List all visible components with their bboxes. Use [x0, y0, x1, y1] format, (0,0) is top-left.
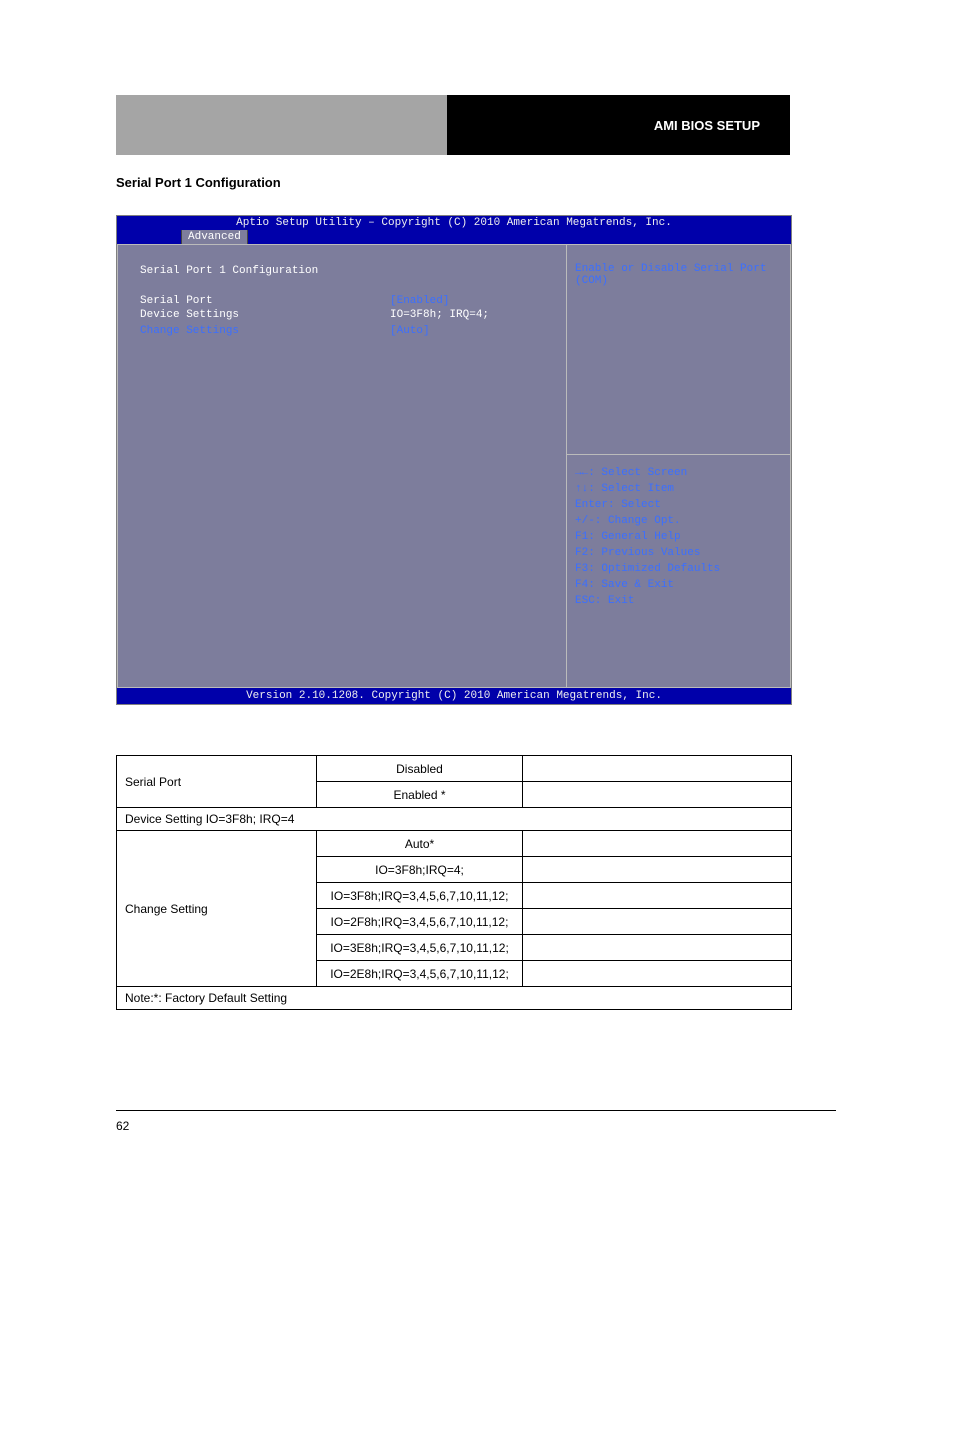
cell-option: IO=2E8h;IRQ=3,4,5,6,7,10,11,12; — [317, 961, 523, 987]
cell-desc — [523, 883, 792, 909]
bios-label: Serial Port — [140, 295, 390, 307]
header-right: AMI BIOS SETUP — [448, 95, 790, 155]
bios-help: Enable or Disable Serial Port (COM) — [567, 245, 790, 455]
bios-footer: Version 2.10.1208. Copyright (C) 2010 Am… — [117, 688, 791, 704]
bios-nav-item: ↑↓: Select Item — [575, 481, 790, 497]
tab-advanced[interactable]: Advanced — [181, 230, 248, 244]
bios-nav-item: ESC: Exit — [575, 593, 790, 609]
cell-label: Change Setting — [117, 831, 317, 987]
bios-heading: Serial Port 1 Configuration — [140, 265, 548, 277]
bios-main-panel: Serial Port 1 Configuration Serial Port … — [117, 244, 566, 688]
table-row: Serial Port Disabled — [117, 756, 792, 782]
bios-nav-item: F4: Save & Exit — [575, 577, 790, 593]
page-number: 62 — [116, 1119, 954, 1133]
cell-option: Enabled * — [317, 782, 523, 808]
bios-nav-item: Enter: Select — [575, 497, 790, 513]
cell-desc — [523, 935, 792, 961]
bios-topbar: Aptio Setup Utility – Copyright (C) 2010… — [117, 216, 791, 244]
cell-option: IO=3F8h;IRQ=3,4,5,6,7,10,11,12; — [317, 883, 523, 909]
footer-rule — [116, 1110, 836, 1111]
bios-nav-list: →←: Select Screen ↑↓: Select Item Enter:… — [567, 455, 790, 609]
cell-span: Device Setting IO=3F8h; IRQ=4 — [117, 808, 792, 831]
bios-help-line: Enable or Disable Serial Port — [575, 263, 782, 275]
cell-option: Disabled — [317, 756, 523, 782]
cell-option: IO=3F8h;IRQ=4; — [317, 857, 523, 883]
cell-desc — [523, 961, 792, 987]
bios-row-serial-port[interactable]: Serial Port [Enabled] — [140, 295, 548, 307]
header-left-blank — [116, 95, 448, 155]
bios-value: IO=3F8h; IRQ=4; — [390, 309, 548, 321]
cell-option: IO=2F8h;IRQ=3,4,5,6,7,10,11,12; — [317, 909, 523, 935]
bios-side-panel: Enable or Disable Serial Port (COM) →←: … — [566, 244, 791, 688]
bios-nav-item: F1: General Help — [575, 529, 790, 545]
cell-option: Auto* — [317, 831, 523, 857]
cell-desc — [523, 756, 792, 782]
bios-help-line: (COM) — [575, 275, 782, 287]
bios-screenshot: Aptio Setup Utility – Copyright (C) 2010… — [116, 215, 792, 705]
bios-row-change-settings[interactable]: Change Settings [Auto] — [140, 325, 548, 337]
settings-table: Serial Port Disabled Enabled * Device Se… — [116, 755, 792, 1010]
cell-label: Serial Port — [117, 756, 317, 808]
bios-nav-item: F3: Optimized Defaults — [575, 561, 790, 577]
bios-row-device-settings: Device Settings IO=3F8h; IRQ=4; — [140, 309, 548, 321]
table-row: Device Setting IO=3F8h; IRQ=4 — [117, 808, 792, 831]
header-right-text: AMI BIOS SETUP — [654, 118, 760, 133]
cell-desc — [523, 782, 792, 808]
bios-nav-item: F2: Previous Values — [575, 545, 790, 561]
bios-label: Change Settings — [140, 325, 390, 337]
cell-option: IO=3E8h;IRQ=3,4,5,6,7,10,11,12; — [317, 935, 523, 961]
bios-value: [Enabled] — [390, 295, 548, 307]
cell-caption: Note:*: Factory Default Setting — [117, 987, 792, 1010]
cell-desc — [523, 857, 792, 883]
bios-value: [Auto] — [390, 325, 548, 337]
cell-desc — [523, 909, 792, 935]
bios-nav-item: →←: Select Screen — [575, 465, 790, 481]
table-row: Note:*: Factory Default Setting — [117, 987, 792, 1010]
cell-desc — [523, 831, 792, 857]
bios-body: Serial Port 1 Configuration Serial Port … — [117, 244, 791, 688]
section-title: Serial Port 1 Configuration — [116, 175, 954, 190]
bios-title: Aptio Setup Utility – Copyright (C) 2010… — [117, 216, 791, 230]
bios-label: Device Settings — [140, 309, 390, 321]
table-row: Change Setting Auto* — [117, 831, 792, 857]
bios-nav-item: +/-: Change Opt. — [575, 513, 790, 529]
header-strip: AMI BIOS SETUP — [116, 95, 790, 155]
bios-tab-row: Advanced — [117, 230, 791, 244]
